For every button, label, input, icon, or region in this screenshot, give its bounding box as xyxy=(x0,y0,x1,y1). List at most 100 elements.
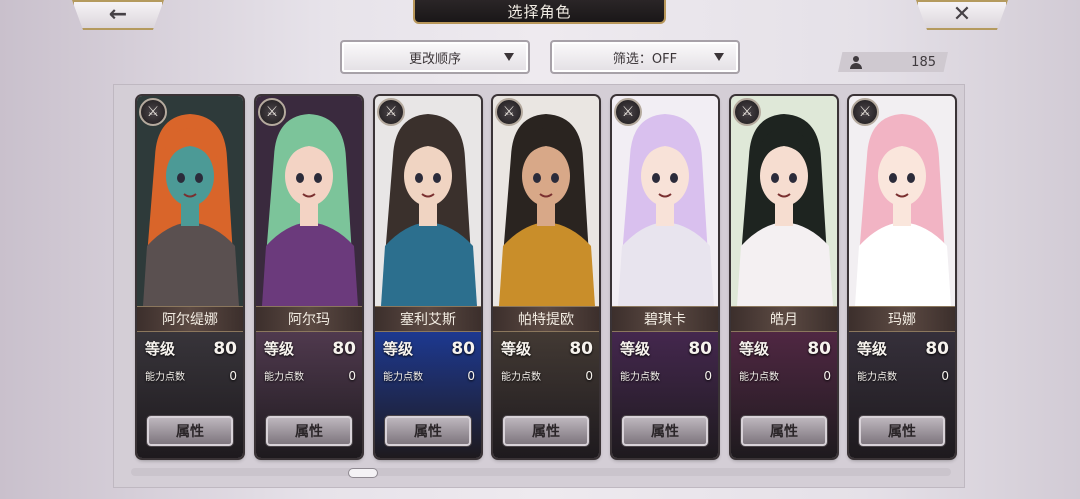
character-portrait: ⚔ xyxy=(493,96,599,306)
class-badge-icon: ⚔ xyxy=(139,98,167,126)
character-stats: 碧琪卡 等级 80 能力点数 0 属性 xyxy=(612,306,718,458)
level-label: 等级 xyxy=(145,340,176,358)
ability-points-value: 0 xyxy=(229,368,237,383)
back-button[interactable]: ← xyxy=(72,0,164,30)
chevron-down-icon xyxy=(504,53,514,61)
page-title: 选择角色 xyxy=(413,0,666,24)
ability-points-label: 能力点数 xyxy=(145,372,185,383)
character-card-6[interactable]: ⚔ 皓月 等级 80 能力点数 0 属性 xyxy=(731,96,837,458)
level-label: 等级 xyxy=(383,340,414,358)
character-stats: 阿尔缇娜 等级 80 能力点数 0 属性 xyxy=(137,306,243,458)
class-badge-icon: ⚔ xyxy=(495,98,523,126)
character-name: 皓月 xyxy=(731,306,837,332)
level-label: 等级 xyxy=(857,340,888,358)
attributes-button[interactable]: 属性 xyxy=(385,416,471,446)
ability-points-label: 能力点数 xyxy=(739,372,779,383)
attributes-button[interactable]: 属性 xyxy=(741,416,827,446)
level-row: 等级 80 xyxy=(264,338,356,359)
ability-points-row: 能力点数 0 xyxy=(501,368,593,384)
character-card-1[interactable]: ⚔ 阿尔缇娜 等级 80 能力点数 0 属性 xyxy=(137,96,243,458)
class-badge-icon: ⚔ xyxy=(258,98,286,126)
ability-points-label: 能力点数 xyxy=(383,372,423,383)
character-stats: 塞利艾斯 等级 80 能力点数 0 属性 xyxy=(375,306,481,458)
filter-label: 筛选：OFF xyxy=(612,51,678,67)
character-card-7[interactable]: ⚔ 玛娜 等级 80 能力点数 0 属性 xyxy=(849,96,955,458)
character-portrait: ⚔ xyxy=(612,96,718,306)
attributes-button[interactable]: 属性 xyxy=(266,416,352,446)
level-row: 等级 80 xyxy=(383,338,475,359)
character-name: 塞利艾斯 xyxy=(375,306,481,332)
attributes-button[interactable]: 属性 xyxy=(859,416,945,446)
ability-points-label: 能力点数 xyxy=(501,372,541,383)
class-badge-icon: ⚔ xyxy=(377,98,405,126)
level-row: 等级 80 xyxy=(501,338,593,359)
scrollbar-thumb[interactable] xyxy=(348,468,378,478)
ability-points-value: 0 xyxy=(467,368,475,383)
character-name: 碧琪卡 xyxy=(612,306,718,332)
attributes-button[interactable]: 属性 xyxy=(147,416,233,446)
scrollbar-track[interactable] xyxy=(131,468,951,476)
level-value: 80 xyxy=(569,338,593,359)
portrait-art xyxy=(612,96,718,306)
character-name: 阿尔玛 xyxy=(256,306,362,332)
level-row: 等级 80 xyxy=(857,338,949,359)
character-card-5[interactable]: ⚔ 碧琪卡 等级 80 能力点数 0 属性 xyxy=(612,96,718,458)
arrow-left-icon: ← xyxy=(108,2,128,27)
ability-points-row: 能力点数 0 xyxy=(383,368,475,384)
level-row: 等级 80 xyxy=(145,338,237,359)
sort-order-label: 更改顺序 xyxy=(408,51,461,67)
character-stats: 玛娜 等级 80 能力点数 0 属性 xyxy=(849,306,955,458)
attributes-button[interactable]: 属性 xyxy=(503,416,589,446)
character-portrait: ⚔ xyxy=(375,96,481,306)
ability-points-label: 能力点数 xyxy=(857,372,897,383)
character-portrait: ⚔ xyxy=(256,96,362,306)
ability-points-row: 能力点数 0 xyxy=(620,368,712,384)
character-portrait: ⚔ xyxy=(849,96,955,306)
character-count-value: 185 xyxy=(911,54,936,70)
ability-points-value: 0 xyxy=(348,368,356,383)
character-card-4[interactable]: ⚔ 帕特提欧 等级 80 能力点数 0 属性 xyxy=(493,96,599,458)
level-value: 80 xyxy=(925,338,949,359)
level-value: 80 xyxy=(451,338,475,359)
ability-points-value: 0 xyxy=(823,368,831,383)
character-stats: 皓月 等级 80 能力点数 0 属性 xyxy=(731,306,837,458)
character-name: 玛娜 xyxy=(849,306,955,332)
level-value: 80 xyxy=(807,338,831,359)
user-icon xyxy=(850,55,862,69)
portrait-art xyxy=(731,96,837,306)
character-stats: 帕特提欧 等级 80 能力点数 0 属性 xyxy=(493,306,599,458)
character-card-2[interactable]: ⚔ 阿尔玛 等级 80 能力点数 0 属性 xyxy=(256,96,362,458)
portrait-art xyxy=(137,96,243,306)
attributes-button[interactable]: 属性 xyxy=(622,416,708,446)
chevron-down-icon xyxy=(714,53,724,61)
character-card-3[interactable]: ⚔ 塞利艾斯 等级 80 能力点数 0 属性 xyxy=(375,96,481,458)
ability-points-value: 0 xyxy=(941,368,949,383)
portrait-art xyxy=(256,96,362,306)
level-label: 等级 xyxy=(501,340,532,358)
close-button[interactable]: ✕ xyxy=(916,0,1008,30)
level-row: 等级 80 xyxy=(739,338,831,359)
portrait-art xyxy=(375,96,481,306)
ability-points-row: 能力点数 0 xyxy=(145,368,237,384)
character-name: 帕特提欧 xyxy=(493,306,599,332)
character-portrait: ⚔ xyxy=(137,96,243,306)
level-value: 80 xyxy=(213,338,237,359)
ability-points-label: 能力点数 xyxy=(264,372,304,383)
sort-order-dropdown[interactable]: 更改顺序 xyxy=(340,40,530,74)
level-value: 80 xyxy=(688,338,712,359)
class-badge-icon: ⚔ xyxy=(733,98,761,126)
character-name: 阿尔缇娜 xyxy=(137,306,243,332)
level-label: 等级 xyxy=(620,340,651,358)
portrait-art xyxy=(493,96,599,306)
filter-dropdown[interactable]: 筛选：OFF xyxy=(550,40,740,74)
ability-points-row: 能力点数 0 xyxy=(857,368,949,384)
ability-points-row: 能力点数 0 xyxy=(739,368,831,384)
level-label: 等级 xyxy=(264,340,295,358)
level-label: 等级 xyxy=(739,340,770,358)
character-stats: 阿尔玛 等级 80 能力点数 0 属性 xyxy=(256,306,362,458)
class-badge-icon: ⚔ xyxy=(851,98,879,126)
ability-points-row: 能力点数 0 xyxy=(264,368,356,384)
ability-points-label: 能力点数 xyxy=(620,372,660,383)
portrait-art xyxy=(849,96,955,306)
ability-points-value: 0 xyxy=(704,368,712,383)
